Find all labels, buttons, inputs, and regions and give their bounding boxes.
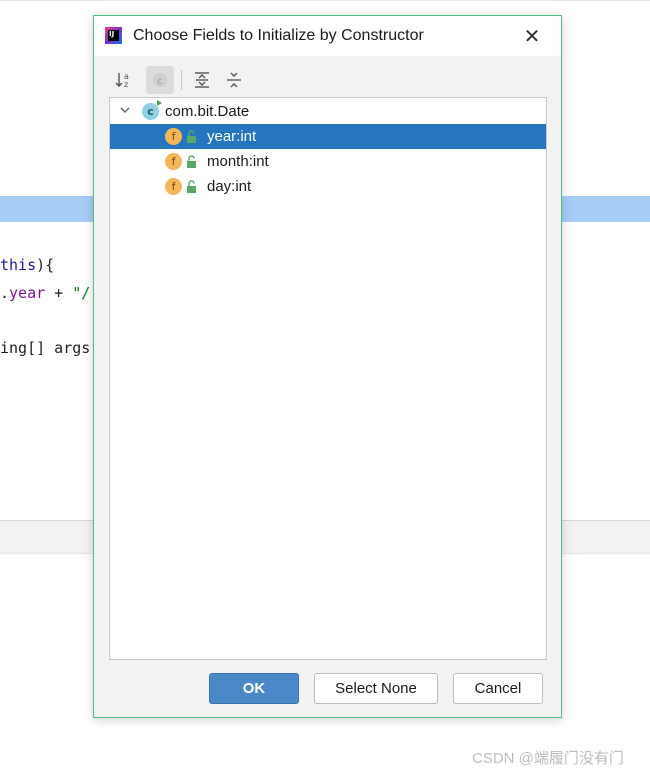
- lock-open-icon: [187, 130, 196, 143]
- fields-tree[interactable]: c com.bit.Date f year:int f month:int f: [109, 97, 547, 660]
- toolbar-separator: [181, 70, 182, 90]
- code-string: "/: [72, 284, 91, 302]
- select-none-button[interactable]: Select None: [314, 673, 438, 704]
- sort-alphabetically-icon: a z: [115, 72, 129, 89]
- tree-field-label: month:int: [207, 153, 269, 170]
- class-icon: c: [142, 100, 162, 120]
- tree-root-label: com.bit.Date: [165, 103, 250, 120]
- editor-top-divider: [0, 0, 650, 4]
- svg-text:c: c: [157, 76, 163, 87]
- ok-button[interactable]: OK: [209, 673, 299, 704]
- code-line-1[interactable]: this){: [0, 256, 54, 274]
- cancel-button[interactable]: Cancel: [453, 673, 543, 704]
- intellij-app-icon: IJ: [105, 27, 122, 44]
- tree-field-label: day:int: [207, 178, 252, 195]
- close-button[interactable]: ✕: [521, 25, 543, 47]
- code-field: year: [9, 284, 46, 302]
- chevron-down-icon[interactable]: [118, 103, 132, 117]
- field-icon: f: [165, 178, 182, 195]
- collapse-all-icon: [227, 72, 241, 88]
- dialog-title: Choose Fields to Initialize by Construct…: [133, 27, 424, 44]
- collapse-all-button[interactable]: [220, 66, 248, 94]
- show-classes-icon: c: [153, 73, 167, 87]
- field-icon: f: [165, 153, 182, 170]
- tree-field-label: year:int: [207, 128, 257, 145]
- code-line-2[interactable]: .year + "/: [0, 284, 90, 302]
- code-line-3[interactable]: ing[] args: [0, 339, 90, 357]
- field-icon: f: [165, 128, 182, 145]
- lock-open-icon: [187, 180, 196, 193]
- dialog-toolbar: a z c: [110, 66, 550, 94]
- tree-field-row[interactable]: f day:int: [110, 174, 546, 199]
- code-text: ){: [36, 256, 55, 274]
- expand-all-icon: [195, 72, 209, 88]
- choose-fields-dialog: IJ Choose Fields to Initialize by Constr…: [93, 15, 562, 718]
- expand-all-button[interactable]: [188, 66, 216, 94]
- show-classes-toggle[interactable]: c: [146, 66, 174, 94]
- dialog-titlebar[interactable]: IJ Choose Fields to Initialize by Constr…: [94, 16, 561, 56]
- code-text: .: [0, 284, 10, 302]
- lock-open-icon: [187, 155, 196, 168]
- code-text: ing[] args: [0, 339, 91, 357]
- code-operator: +: [45, 284, 73, 302]
- code-keyword: this: [0, 256, 37, 274]
- watermark: CSDN @端履门没有门: [472, 750, 624, 767]
- sort-alphabetically-button[interactable]: a z: [110, 66, 138, 94]
- tree-root-row[interactable]: c com.bit.Date: [110, 99, 546, 124]
- tree-field-row[interactable]: f year:int: [110, 124, 546, 149]
- tree-field-row[interactable]: f month:int: [110, 149, 546, 174]
- svg-text:z: z: [124, 80, 128, 89]
